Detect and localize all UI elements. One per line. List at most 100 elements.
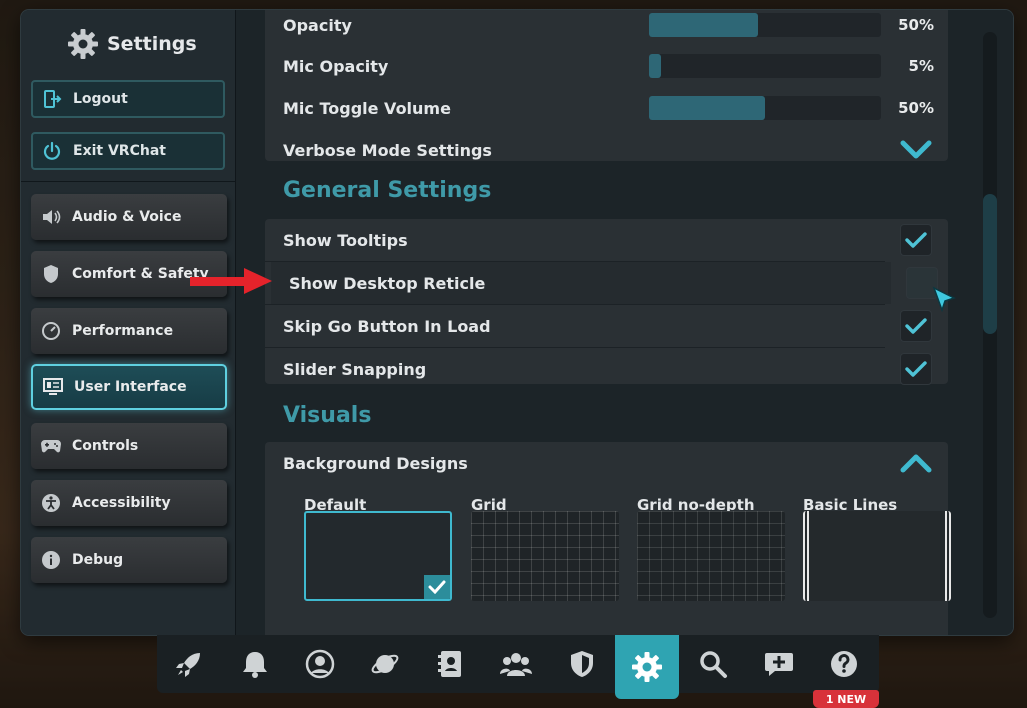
logout-icon bbox=[41, 88, 63, 110]
dock-chat-button[interactable] bbox=[747, 635, 811, 693]
sidebar-item-user-interface[interactable]: User Interface bbox=[31, 364, 227, 410]
sidebar-item-label: Accessibility bbox=[72, 495, 171, 511]
show-tooltips-label: Show Tooltips bbox=[283, 230, 408, 250]
dock-help-button[interactable] bbox=[812, 635, 876, 693]
skip-go-button-label: Skip Go Button In Load bbox=[283, 316, 491, 336]
logout-button[interactable]: Logout bbox=[31, 80, 225, 118]
mic-toggle-volume-row: Mic Toggle Volume 50% bbox=[265, 87, 948, 129]
skip-go-button-checkbox[interactable] bbox=[900, 310, 932, 342]
show-tooltips-row: Show Tooltips bbox=[265, 219, 948, 261]
sidebar: Settings Logout Exit VRChat Audio & Voic… bbox=[21, 10, 236, 635]
opacity-slider-fill bbox=[649, 13, 759, 37]
selected-check-badge bbox=[424, 575, 450, 599]
chevron-down-icon[interactable] bbox=[899, 139, 933, 161]
shield-icon bbox=[40, 263, 62, 285]
opacity-slider[interactable] bbox=[649, 13, 881, 37]
bg-option-default[interactable] bbox=[304, 511, 452, 601]
sidebar-item-label: User Interface bbox=[74, 379, 187, 395]
new-badge: 1 NEW bbox=[813, 690, 879, 708]
sidebar-item-label: Comfort & Safety bbox=[72, 266, 209, 282]
settings-content: Opacity 50% Mic Opacity 5% Mic Toggle Vo… bbox=[236, 10, 1013, 635]
sidebar-item-performance[interactable]: Performance bbox=[31, 308, 227, 354]
bg-option-grid-no-depth[interactable] bbox=[637, 511, 785, 601]
ui-screen-icon bbox=[42, 376, 64, 398]
mic-toggle-volume-slider[interactable] bbox=[649, 96, 881, 120]
scrollbar-thumb[interactable] bbox=[983, 194, 997, 334]
checkmark-icon bbox=[905, 361, 927, 377]
sidebar-item-audio-voice[interactable]: Audio & Voice bbox=[31, 194, 227, 240]
gear-icon bbox=[68, 29, 98, 59]
audio-settings-panel: Opacity 50% Mic Opacity 5% Mic Toggle Vo… bbox=[265, 10, 948, 161]
accessibility-icon bbox=[40, 492, 62, 514]
dock-launch-button[interactable] bbox=[157, 635, 221, 693]
show-tooltips-checkbox[interactable] bbox=[900, 224, 932, 256]
shield-icon bbox=[571, 651, 593, 677]
checkmark-icon bbox=[905, 232, 927, 248]
skip-go-button-row: Skip Go Button In Load bbox=[265, 305, 948, 347]
sidebar-item-accessibility[interactable]: Accessibility bbox=[31, 480, 227, 526]
slider-snapping-checkbox[interactable] bbox=[900, 353, 932, 385]
chevron-up-icon[interactable] bbox=[899, 452, 933, 474]
user-icon bbox=[305, 649, 335, 679]
exit-vrchat-button[interactable]: Exit VRChat bbox=[31, 132, 225, 170]
dock-social-button[interactable] bbox=[419, 635, 483, 693]
bell-icon bbox=[243, 652, 267, 678]
dock-settings-button[interactable] bbox=[615, 635, 679, 699]
exit-label: Exit VRChat bbox=[73, 143, 166, 159]
bg-option-grid[interactable] bbox=[471, 511, 619, 601]
speaker-icon bbox=[40, 206, 62, 228]
power-icon bbox=[41, 140, 63, 162]
dock-groups-button[interactable] bbox=[484, 635, 548, 693]
show-desktop-reticle-row: Show Desktop Reticle bbox=[271, 262, 938, 304]
contacts-icon bbox=[438, 651, 461, 677]
mic-toggle-volume-label: Mic Toggle Volume bbox=[283, 98, 451, 118]
dock-search-button[interactable] bbox=[681, 635, 745, 693]
dock-worlds-button[interactable] bbox=[353, 635, 417, 693]
sidebar-title: Settings bbox=[67, 28, 197, 60]
sidebar-item-debug[interactable]: Debug bbox=[31, 537, 227, 583]
mic-opacity-slider[interactable] bbox=[649, 54, 881, 78]
logout-label: Logout bbox=[73, 91, 128, 107]
sidebar-item-label: Debug bbox=[72, 552, 124, 568]
info-icon bbox=[40, 549, 62, 571]
verbose-mode-row[interactable]: Verbose Mode Settings bbox=[265, 129, 948, 171]
gauge-icon bbox=[40, 320, 62, 342]
general-settings-title: General Settings bbox=[283, 178, 492, 203]
rocket-icon bbox=[176, 653, 200, 677]
background-designs-row[interactable]: Background Designs bbox=[265, 442, 948, 484]
settings-title: Settings bbox=[107, 33, 197, 55]
settings-window: Settings Logout Exit VRChat Audio & Voic… bbox=[21, 10, 1013, 635]
content-scrollbar[interactable] bbox=[983, 32, 997, 618]
cursor-icon bbox=[932, 286, 956, 313]
mic-opacity-slider-fill bbox=[649, 54, 661, 78]
verbose-mode-label: Verbose Mode Settings bbox=[283, 140, 492, 160]
search-icon bbox=[700, 651, 727, 678]
chat-add-icon bbox=[765, 653, 793, 676]
opacity-label: Opacity bbox=[283, 15, 352, 35]
mic-opacity-row: Mic Opacity 5% bbox=[265, 45, 948, 87]
sidebar-item-label: Audio & Voice bbox=[72, 209, 182, 225]
slider-snapping-label: Slider Snapping bbox=[283, 359, 427, 379]
settings-gear-icon bbox=[632, 652, 662, 682]
show-desktop-reticle-label: Show Desktop Reticle bbox=[289, 273, 486, 293]
mic-toggle-volume-slider-fill bbox=[649, 96, 765, 120]
dock-profile-button[interactable] bbox=[288, 635, 352, 693]
dock-notifications-button[interactable] bbox=[223, 635, 287, 693]
dock-safety-button[interactable] bbox=[550, 635, 614, 693]
bottom-dock bbox=[157, 635, 879, 699]
sidebar-item-label: Controls bbox=[72, 438, 139, 454]
opacity-row: Opacity 50% bbox=[265, 10, 948, 46]
opacity-value: 50% bbox=[898, 16, 934, 34]
help-icon bbox=[831, 651, 857, 677]
group-icon bbox=[500, 653, 532, 676]
bg-option-basic-lines[interactable] bbox=[803, 511, 951, 601]
gamepad-icon bbox=[40, 435, 62, 457]
slider-snapping-row: Slider Snapping bbox=[265, 348, 948, 390]
background-designs-label: Background Designs bbox=[283, 453, 468, 473]
sidebar-item-controls[interactable]: Controls bbox=[31, 423, 227, 469]
mic-opacity-value: 5% bbox=[908, 57, 934, 75]
general-settings-panel: Show Tooltips Show Desktop Reticle Skip … bbox=[265, 219, 948, 385]
sidebar-divider bbox=[21, 181, 235, 182]
planet-icon bbox=[371, 654, 399, 674]
checkmark-icon bbox=[905, 318, 927, 334]
